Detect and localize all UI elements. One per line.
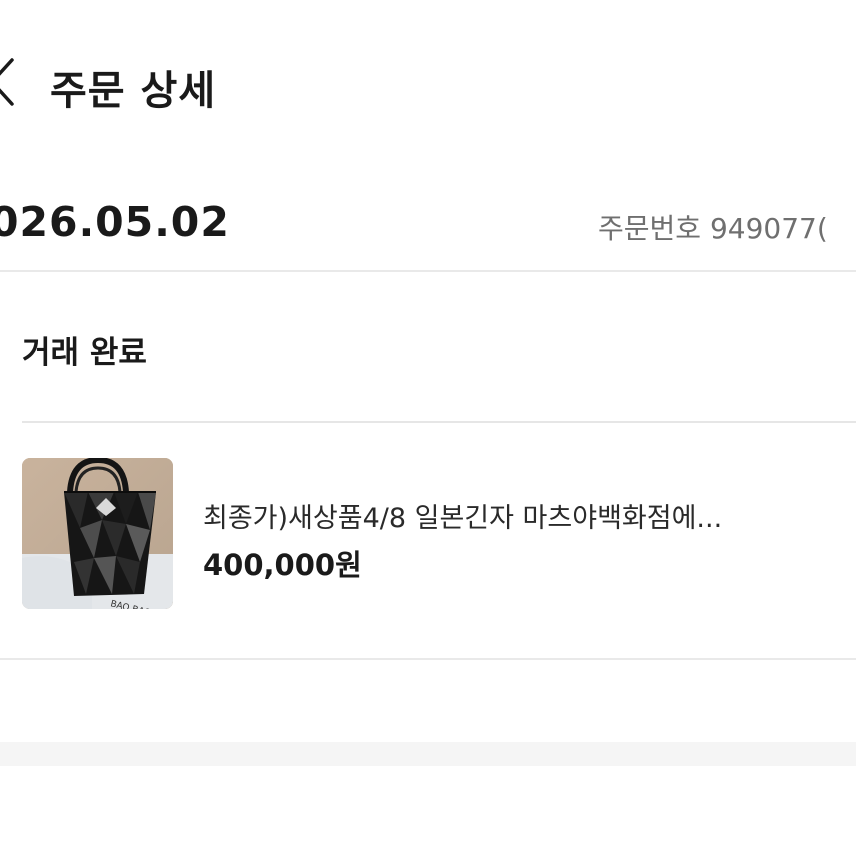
order-number: 주문번호 949077( xyxy=(598,212,828,245)
tote-bag-image: BAO BAO xyxy=(22,458,173,609)
product-price: 400,000원 xyxy=(203,548,362,582)
order-detail-page: 주문 상세 026.05.02 주문번호 949077( 거래 완료 최종가)새… xyxy=(0,0,856,856)
product-name: 최종가)새상품4/8 일본긴자 마츠야백화점에... xyxy=(203,503,723,534)
divider xyxy=(22,421,856,423)
page-title: 주문 상세 xyxy=(50,68,217,114)
order-status: 거래 완료 xyxy=(22,335,147,371)
header-bar: 주문 상세 xyxy=(0,40,856,124)
section-separator xyxy=(0,742,856,766)
product-item[interactable]: BAO BAO 최종가)새상품4/8 일본긴자 마츠야백화점에... 400,0… xyxy=(22,458,856,610)
back-button[interactable] xyxy=(0,54,22,110)
product-thumbnail: BAO BAO xyxy=(22,458,173,609)
divider xyxy=(0,270,856,272)
chevron-left-icon xyxy=(0,58,14,106)
divider xyxy=(0,658,856,660)
order-date: 026.05.02 xyxy=(0,198,230,246)
